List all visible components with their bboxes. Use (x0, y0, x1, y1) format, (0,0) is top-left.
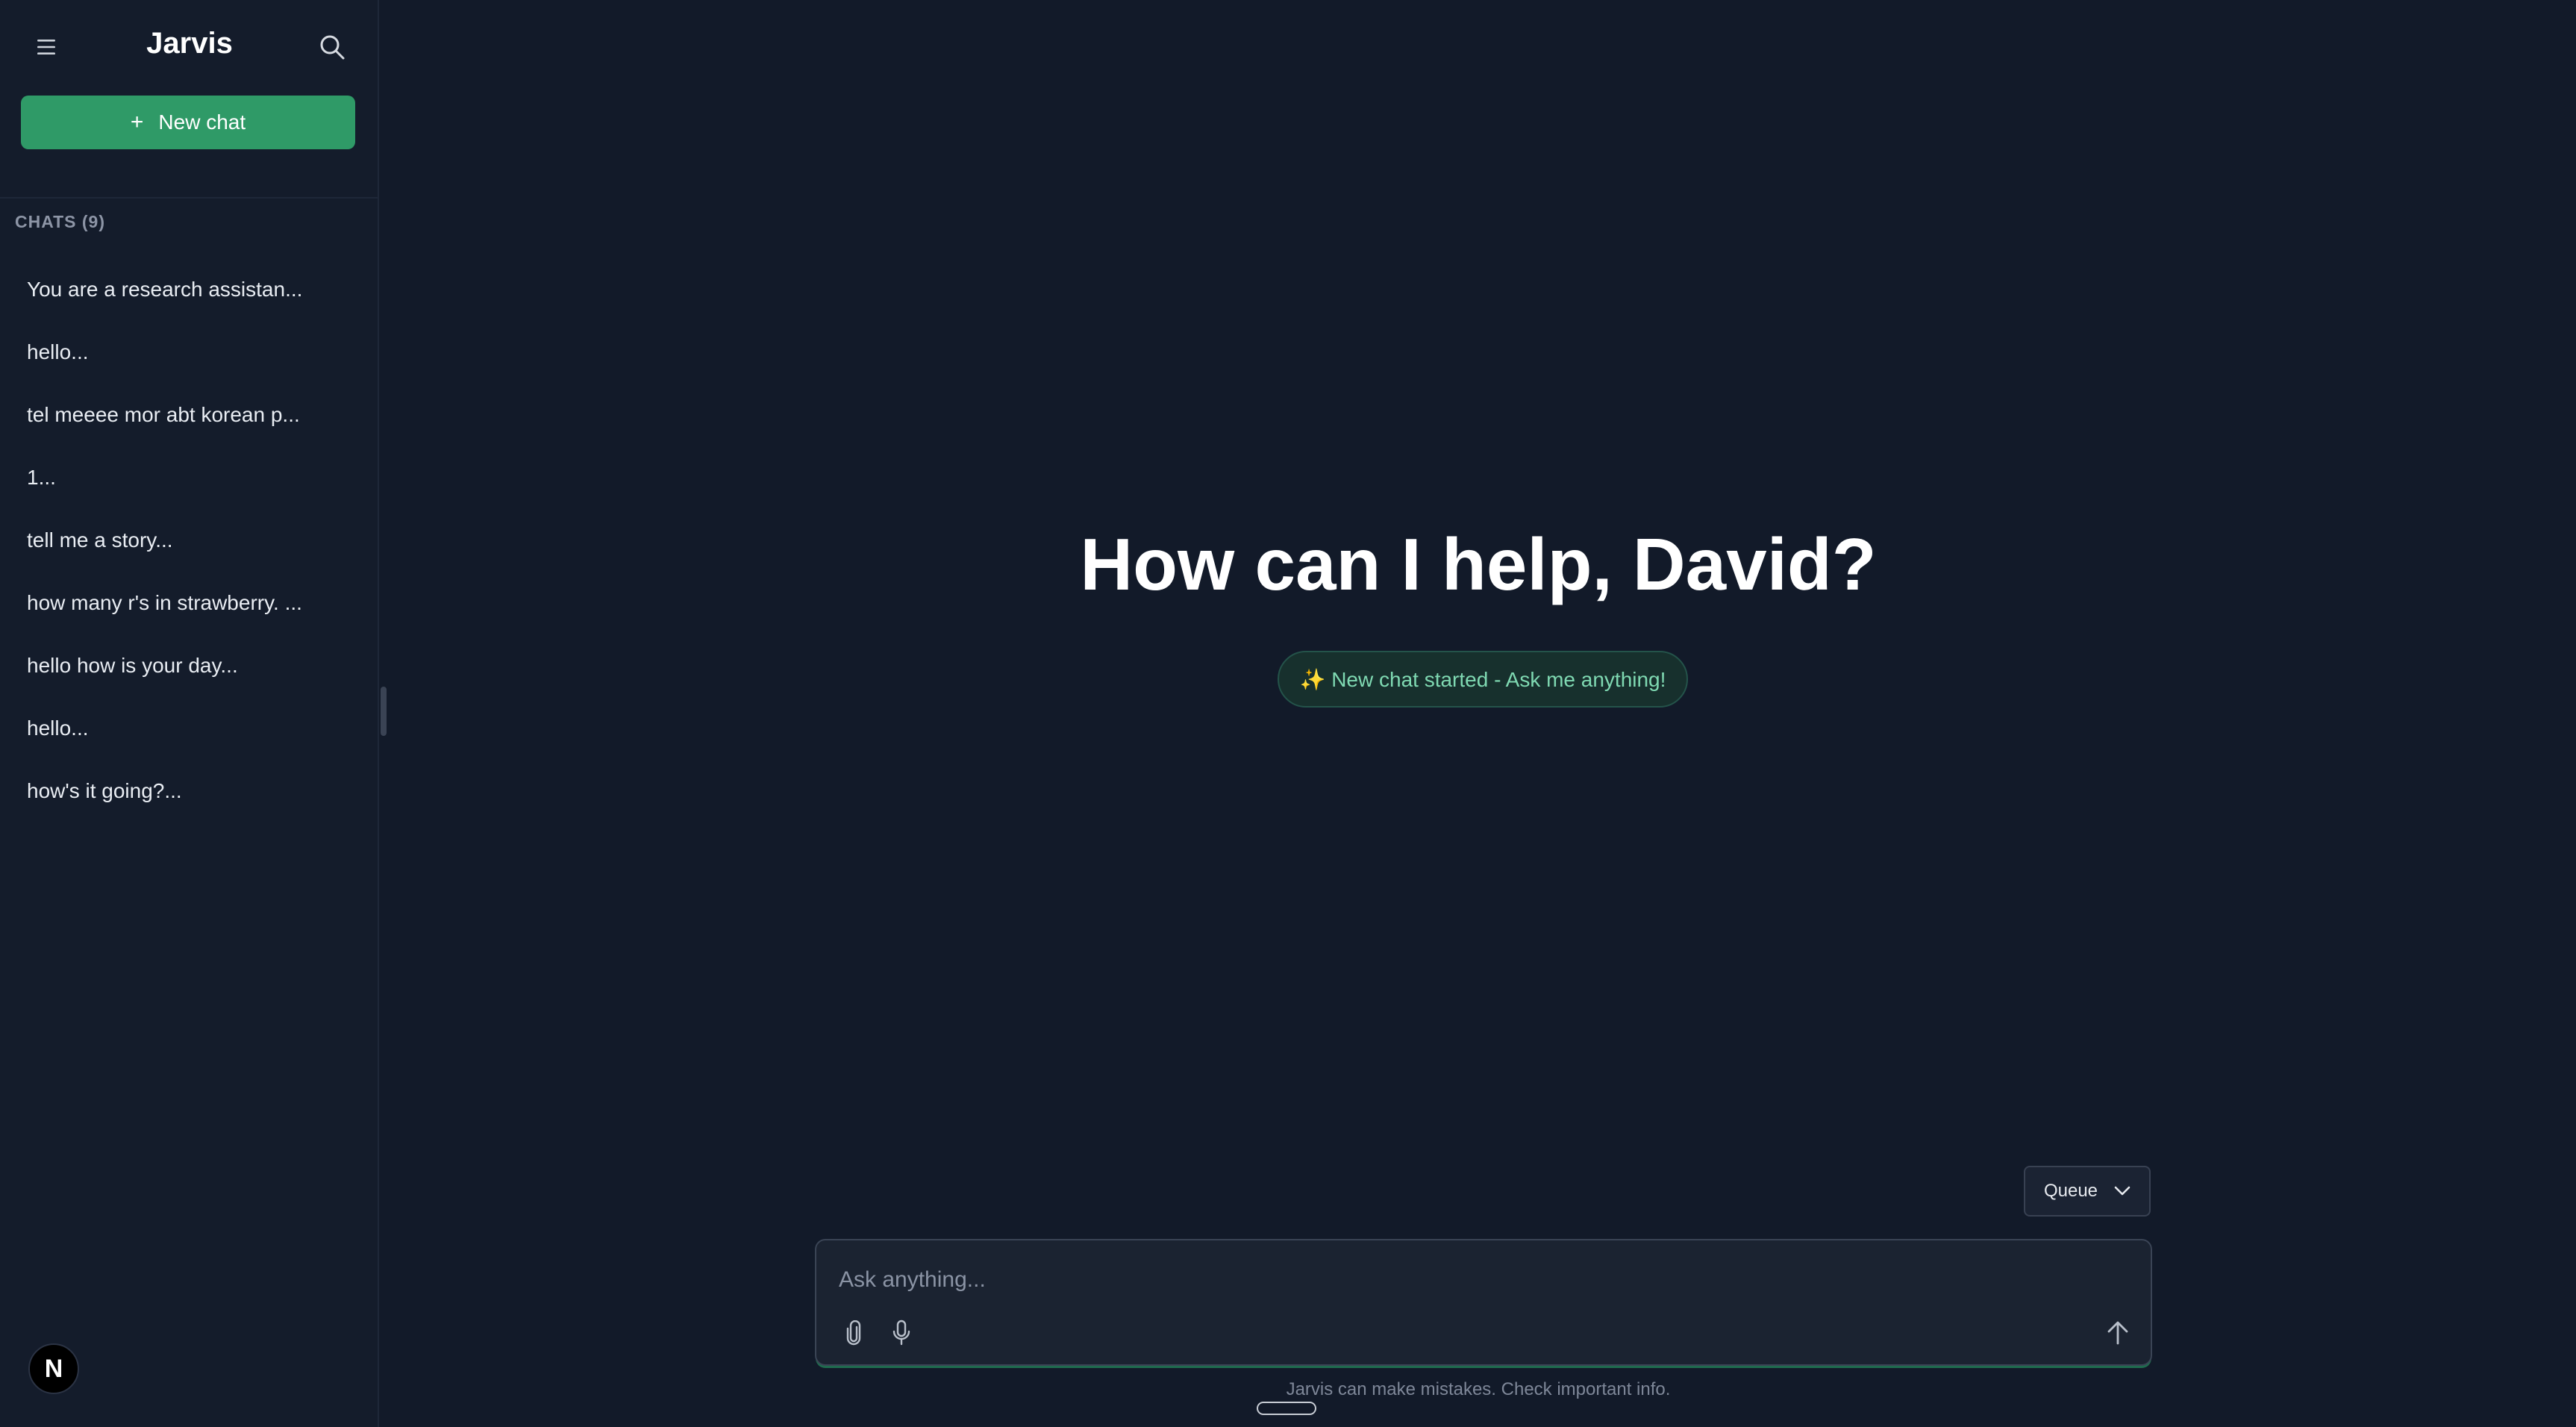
chat-list-item[interactable]: hello how is your day... (0, 634, 379, 697)
queue-dropdown[interactable]: Queue (2024, 1166, 2151, 1217)
main-area: How can I help, David? ✨ New chat starte… (381, 0, 2576, 1427)
chat-list-item[interactable]: You are a research assistan... (0, 258, 379, 321)
user-avatar[interactable]: N (28, 1343, 79, 1394)
chat-list-item[interactable]: 1... (0, 446, 379, 509)
chat-list-item[interactable]: how's it going?... (0, 760, 379, 822)
app-window: Jarvis + New chat CHATS (9) You are a re… (0, 0, 2576, 1427)
queue-label: Queue (2043, 1181, 2098, 1201)
status-badge: ✨ New chat started - Ask me anything! (1278, 651, 1688, 708)
chat-list-item[interactable]: hello... (0, 321, 379, 384)
search-icon[interactable] (313, 28, 351, 66)
chat-list-item[interactable]: tell me a story... (0, 509, 379, 572)
plus-icon: + (130, 110, 144, 134)
microphone-icon[interactable] (885, 1317, 918, 1349)
new-chat-label: New chat (158, 110, 246, 134)
chat-list-item[interactable]: how many r's in strawberry. ... (0, 572, 379, 634)
new-chat-button[interactable]: + New chat (21, 96, 355, 149)
disclaimer-text: Jarvis can make mistakes. Check importan… (1286, 1379, 1671, 1399)
chat-list-item[interactable]: hello... (0, 697, 379, 760)
message-input[interactable] (839, 1261, 2033, 1299)
chat-list: You are a research assistan... hello... … (0, 258, 379, 822)
chevron-down-icon (2114, 1186, 2130, 1196)
sidebar: Jarvis + New chat CHATS (9) You are a re… (0, 0, 379, 1427)
home-indicator (1257, 1402, 1316, 1415)
chats-section-header: CHATS (9) (15, 212, 106, 231)
arrow-up-icon[interactable] (2100, 1315, 2136, 1351)
paperclip-icon[interactable] (837, 1317, 870, 1349)
greeting-heading: How can I help, David? (1080, 523, 1877, 605)
message-composer (815, 1239, 2152, 1366)
chat-list-item[interactable]: tel meeee mor abt korean p... (0, 384, 379, 446)
sidebar-header: Jarvis (0, 0, 379, 93)
sidebar-divider (0, 197, 379, 199)
